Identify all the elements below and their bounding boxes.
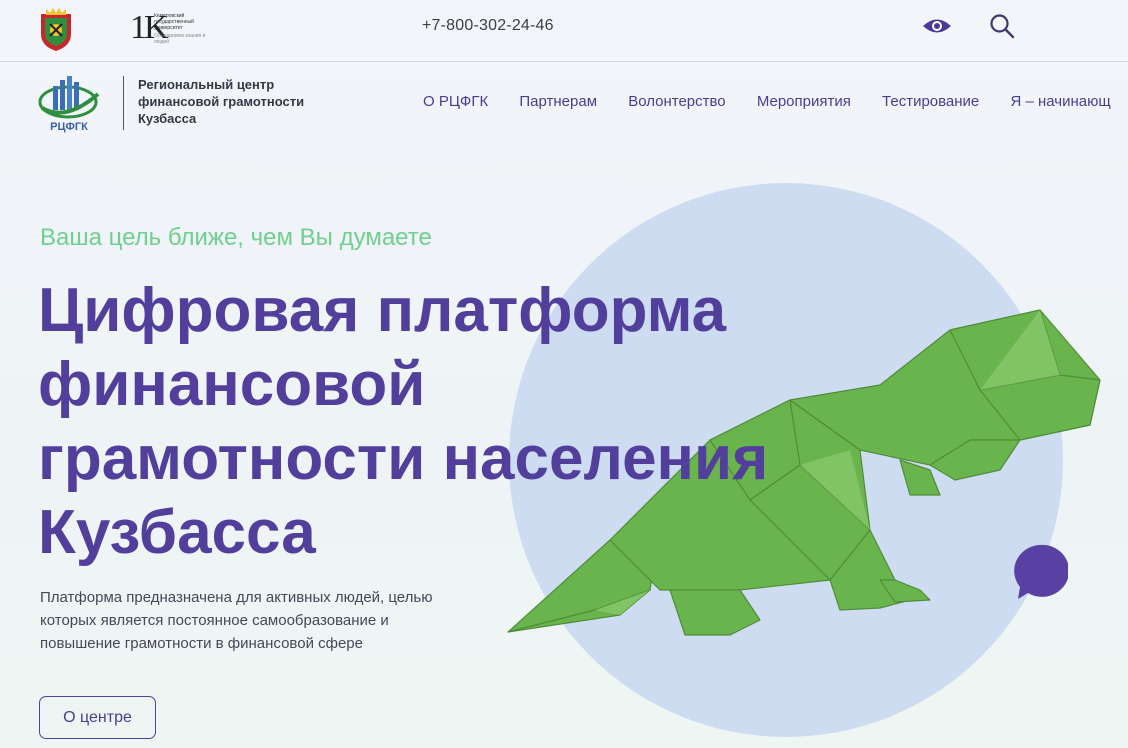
nav-item-testing[interactable]: Тестирование: [882, 93, 979, 110]
main-nav: О РЦФГК Партнерам Волонтерство Мероприят…: [423, 93, 1128, 110]
chat-bubble-icon[interactable]: [1010, 543, 1068, 599]
top-bar: 1K Кемеровский государственный университ…: [0, 0, 1128, 62]
kemsu-logo[interactable]: 1K Кемеровский государственный университ…: [130, 10, 210, 46]
eye-icon[interactable]: [921, 14, 953, 38]
hero-description: Платформа предназначена для активных люд…: [40, 589, 433, 652]
hero-headline: Цифровая платформа финансовой грамотност…: [38, 276, 769, 567]
kemsu-subtitle: Объединяем знания и людей: [154, 33, 206, 45]
nav-item-events[interactable]: Мероприятия: [757, 93, 851, 110]
phone-number[interactable]: +7-800-302-24-46: [422, 17, 554, 35]
about-center-button[interactable]: О центре: [39, 696, 156, 739]
rcfgk-logo-icon[interactable]: РЦФГК: [36, 72, 102, 134]
nav-item-beginner[interactable]: Я – начинающ: [1010, 93, 1110, 110]
search-icon[interactable]: [989, 13, 1015, 39]
nav-item-about[interactable]: О РЦФГК: [423, 93, 488, 110]
org-name: Региональный центр финансовой грамотност…: [138, 77, 305, 126]
nav-item-volunteering[interactable]: Волонтерство: [628, 93, 725, 110]
logo-text: РЦФГК: [50, 121, 88, 133]
kemsu-title: Кемеровский государственный университет: [154, 13, 194, 31]
hero-tagline: Ваша цель ближе, чем Вы думаете: [40, 224, 432, 251]
page: 1K Кемеровский государственный университ…: [0, 0, 1128, 748]
logo-divider: [123, 76, 124, 130]
nav-item-partners[interactable]: Партнерам: [519, 93, 597, 110]
kuzbass-coat-of-arms-icon[interactable]: [38, 6, 74, 52]
